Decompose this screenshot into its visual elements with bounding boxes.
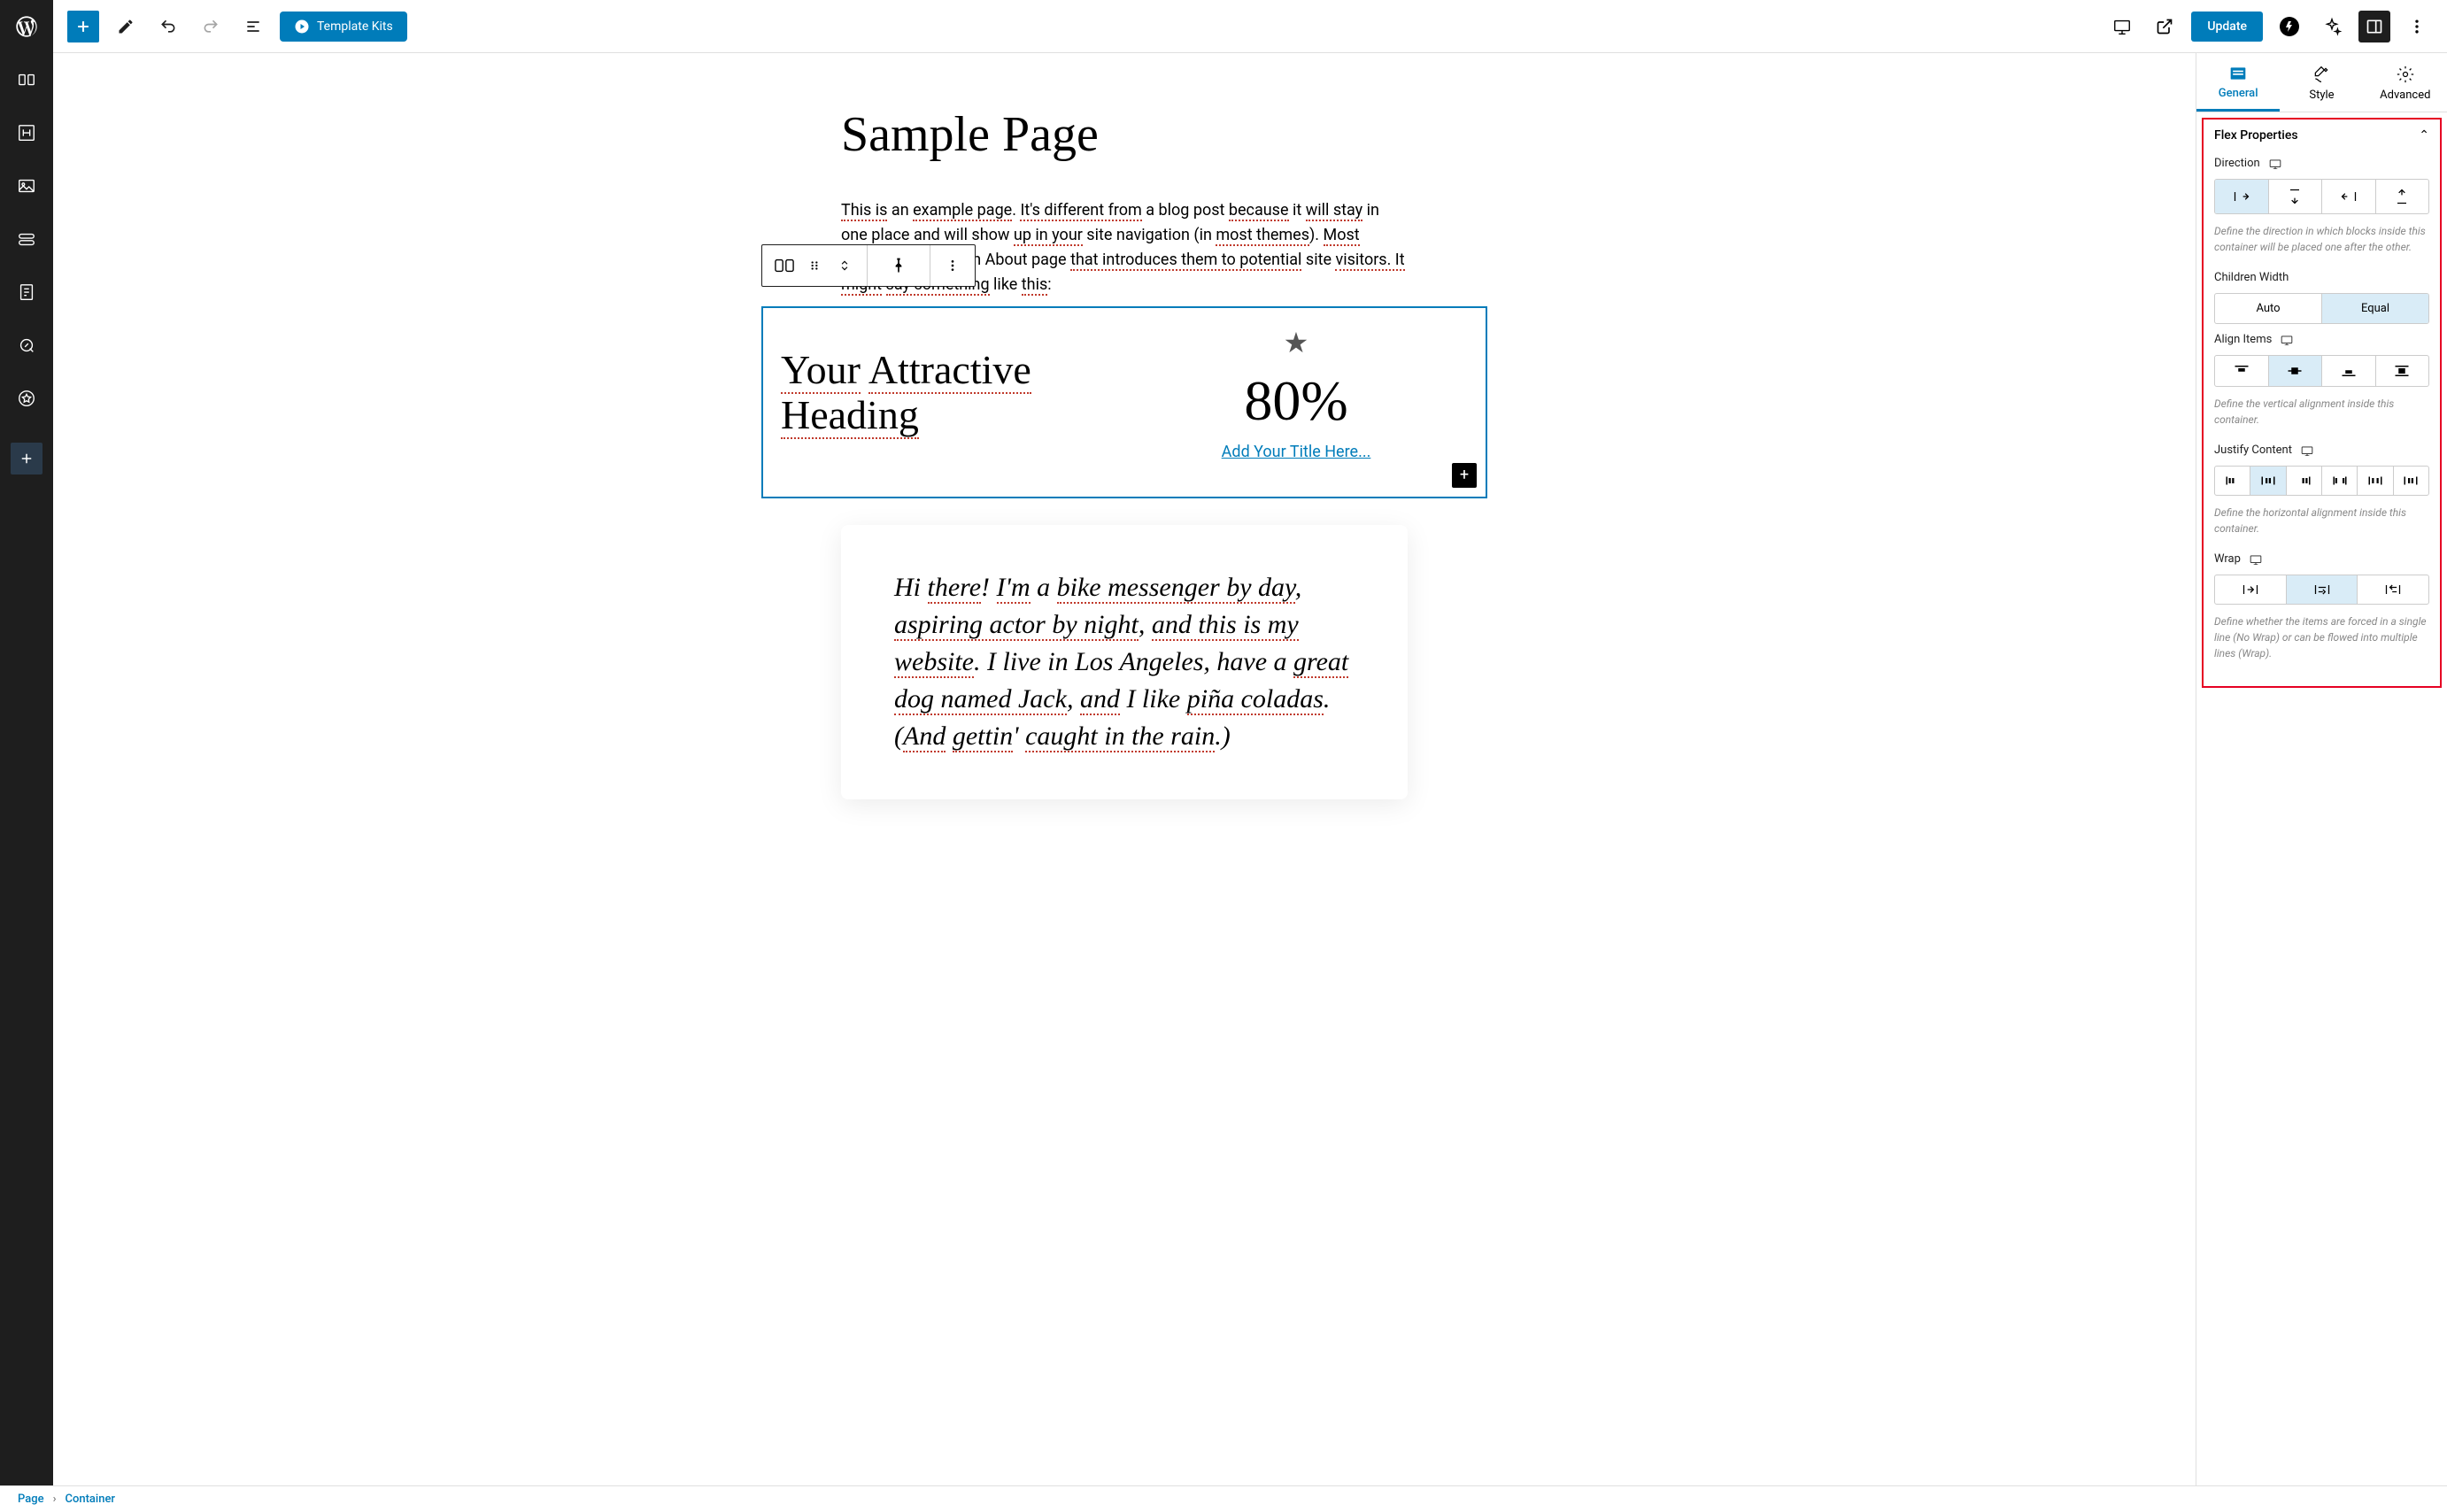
sidebar-toggle-icon[interactable] [2358, 11, 2390, 42]
justify-center-button[interactable] [2250, 467, 2286, 495]
align-items-label: Align Items [2214, 333, 2429, 346]
undo-icon[interactable] [152, 11, 184, 42]
add-title-link[interactable]: Add Your Title Here... [1222, 443, 1371, 461]
page-title[interactable]: Sample Page [841, 106, 1408, 163]
direction-column-reverse-button[interactable] [2376, 180, 2429, 213]
selected-container-block[interactable]: Your Attractive Heading ★ 80% Add Your T… [761, 306, 1487, 498]
align-start-button[interactable] [2215, 356, 2269, 386]
align-stretch-button[interactable] [2376, 356, 2429, 386]
rail-buttons-icon[interactable] [0, 212, 53, 266]
edit-icon[interactable] [110, 11, 142, 42]
wordpress-logo[interactable] [0, 0, 53, 53]
responsive-icon[interactable] [2301, 445, 2313, 456]
children-width-buttons: Auto Equal [2214, 293, 2429, 324]
wrap-buttons [2214, 575, 2429, 605]
direction-row-button[interactable] [2215, 180, 2269, 213]
justify-start-button[interactable] [2215, 467, 2250, 495]
responsive-icon[interactable] [2269, 158, 2281, 169]
responsive-icon[interactable] [2281, 335, 2293, 345]
justify-label: Justify Content [2214, 444, 2429, 457]
device-preview-icon[interactable] [2106, 11, 2138, 42]
more-options-icon[interactable] [2401, 11, 2433, 42]
editor-canvas[interactable]: Sample Page This is an example page. It'… [53, 53, 2196, 1485]
children-width-equal-button[interactable]: Equal [2322, 294, 2428, 323]
wrap-nowrap-button[interactable] [2215, 575, 2287, 604]
top-bar: Template Kits Update [53, 0, 2447, 53]
flex-props-title[interactable]: Flex Properties ⌃ [2214, 128, 2429, 143]
direction-row-reverse-button[interactable] [2322, 180, 2376, 213]
container-type-icon[interactable] [772, 253, 797, 278]
speed-dial-icon[interactable] [2273, 11, 2305, 42]
flex-properties-section: Flex Properties ⌃ Direction Define the d… [2202, 118, 2442, 688]
wrap-label: Wrap [2214, 552, 2429, 566]
tab-general[interactable]: General [2196, 53, 2280, 112]
chevron-right-icon: › [53, 1493, 57, 1506]
children-width-label: Children Width [2214, 271, 2429, 284]
rail-heading-icon[interactable] [0, 106, 53, 159]
align-end-button[interactable] [2322, 356, 2376, 386]
add-child-block-button[interactable]: + [1452, 463, 1477, 488]
left-rail [0, 0, 53, 1512]
children-width-auto-button[interactable]: Auto [2215, 294, 2322, 323]
justify-buttons [2214, 466, 2429, 496]
direction-buttons [2214, 179, 2429, 214]
justify-help: Define the horizontal alignment inside t… [2214, 505, 2429, 536]
justify-between-button[interactable] [2322, 467, 2358, 495]
direction-column-button[interactable] [2269, 180, 2323, 213]
template-kits-label: Template Kits [317, 19, 393, 34]
redo-icon[interactable] [195, 11, 227, 42]
chevron-up-icon: ⌃ [2419, 128, 2429, 143]
direction-help: Define the direction in which blocks ins… [2214, 223, 2429, 255]
justify-end-button[interactable] [2287, 467, 2322, 495]
rail-cursor-icon[interactable] [0, 319, 53, 372]
justify-around-button[interactable] [2358, 467, 2393, 495]
align-center-button[interactable] [2269, 356, 2323, 386]
breadcrumb-page[interactable]: Page [18, 1493, 44, 1506]
rail-document-icon[interactable] [0, 266, 53, 319]
add-block-button[interactable] [67, 11, 99, 42]
block-more-icon[interactable] [940, 253, 965, 278]
align-items-help: Define the vertical alignment inside thi… [2214, 396, 2429, 428]
breadcrumb-container[interactable]: Container [65, 1493, 115, 1506]
panel-tabs: General Style Advanced [2196, 53, 2447, 112]
move-updown-icon[interactable] [832, 253, 857, 278]
wrap-help: Define whether the items are forced in a… [2214, 613, 2429, 661]
tab-advanced[interactable]: Advanced [2364, 53, 2447, 112]
star-icon: ★ [1124, 326, 1468, 359]
template-kits-button[interactable]: Template Kits [280, 12, 407, 42]
breadcrumb: Page › Container [0, 1485, 2447, 1512]
rail-columns-icon[interactable] [0, 53, 53, 106]
justify-evenly-button[interactable] [2394, 467, 2428, 495]
rail-image-icon[interactable] [0, 159, 53, 212]
block-toolbar[interactable] [761, 244, 976, 287]
drag-handle-icon[interactable] [802, 253, 827, 278]
rail-add-block-button[interactable] [11, 443, 42, 474]
pin-icon[interactable] [877, 253, 920, 278]
sparkle-icon[interactable] [2316, 11, 2348, 42]
align-items-buttons [2214, 355, 2429, 387]
percent-value[interactable]: 80% [1124, 368, 1468, 434]
direction-label: Direction [2214, 157, 2429, 170]
tab-style[interactable]: Style [2280, 53, 2363, 112]
responsive-icon[interactable] [2250, 554, 2262, 565]
attractive-heading[interactable]: Your Attractive Heading [781, 348, 1124, 437]
update-button[interactable]: Update [2191, 12, 2263, 42]
wrap-reverse-button[interactable] [2358, 575, 2428, 604]
settings-panel: General Style Advanced Flex Properties ⌃… [2196, 53, 2447, 1512]
wrap-wrap-button[interactable] [2287, 575, 2358, 604]
outline-icon[interactable] [237, 11, 269, 42]
quote-card[interactable]: Hi there! I'm a bike messenger by day, a… [841, 525, 1408, 799]
rail-star-icon[interactable] [0, 372, 53, 425]
external-link-icon[interactable] [2149, 11, 2181, 42]
